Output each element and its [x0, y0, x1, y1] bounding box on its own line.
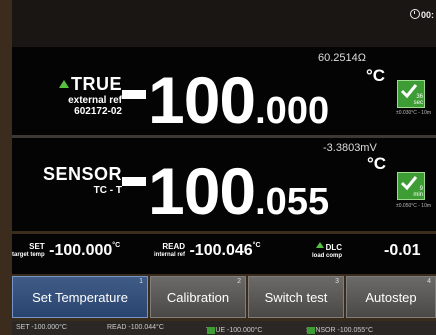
sensor-stable-check[interactable]: 9 min [397, 172, 425, 200]
true-value: 100.000 [148, 63, 330, 137]
true-sub-label: external ref [68, 95, 122, 106]
bezel-edge [0, 0, 12, 335]
instrument-screen: 00: TRUE external ref 602172-02 100.000 … [0, 0, 436, 335]
sensor-label: SENSOR [42, 164, 122, 184]
sensor-unit: °C [367, 154, 387, 173]
function-tabs: Set Temperature 1 Calibration 2 Switch tes… [12, 276, 436, 320]
true-label-block: TRUE external ref 602172-02 [34, 74, 122, 117]
dlc-readout: DLC load comp [312, 242, 343, 259]
dlc-up-icon [315, 242, 324, 248]
read-readout: READ internal ref -100.046°C [154, 242, 261, 259]
status-check-icon [207, 327, 215, 334]
status-set: SET -100.000°C [16, 324, 67, 331]
tab-switch-test[interactable]: Switch test 3 [248, 276, 344, 318]
true-serial: 602172-02 [74, 106, 122, 117]
stable-up-icon [59, 80, 69, 88]
clock: 00: [409, 9, 434, 20]
minus-sign [122, 90, 146, 99]
dlc-value: -0.01 [384, 242, 421, 259]
true-resistance: 60.2514Ω [318, 52, 366, 64]
status-check-icon [307, 327, 315, 334]
top-bar: 00: [12, 0, 436, 47]
tab-set-temperature[interactable]: Set Temperature 1 [12, 276, 148, 318]
read-value: -100.046 [189, 242, 253, 259]
sensor-millivolts: -3.3803mV [323, 142, 377, 154]
true-tolerance: ±0.030°C - 10m [396, 110, 432, 116]
sensor-panel[interactable]: SENSOR TC - T 100.055 -3.3803mV °C 9 min … [12, 138, 436, 231]
set-readout[interactable]: SET target temp -100.000°C [12, 242, 120, 260]
status-read: READ -100.044°C [107, 324, 164, 331]
sensor-type: TC - T [93, 185, 122, 196]
status-bar: SET -100.000°C READ -100.044°C TRUE -100… [12, 321, 436, 335]
info-bar: SET target temp -100.000°C READ internal r… [12, 234, 436, 274]
sensor-value: 100.055 [148, 154, 330, 228]
minus-sign [122, 177, 146, 186]
true-unit: °C [366, 66, 386, 85]
true-stable-check[interactable]: 36 sec [397, 80, 425, 108]
clock-icon [409, 9, 420, 19]
tab-calibration[interactable]: Calibration 2 [150, 276, 246, 318]
true-label: TRUE [71, 74, 122, 94]
tab-autostep[interactable]: Autostep 4 [346, 276, 436, 318]
clock-text: 00: [420, 10, 434, 20]
set-value: -100.000 [49, 242, 113, 259]
true-reference-panel[interactable]: TRUE external ref 602172-02 100.000 60.2… [12, 47, 436, 135]
sensor-tolerance: ±0.050°C - 10m [396, 203, 432, 209]
sensor-label-block: SENSOR TC - T [36, 164, 122, 196]
